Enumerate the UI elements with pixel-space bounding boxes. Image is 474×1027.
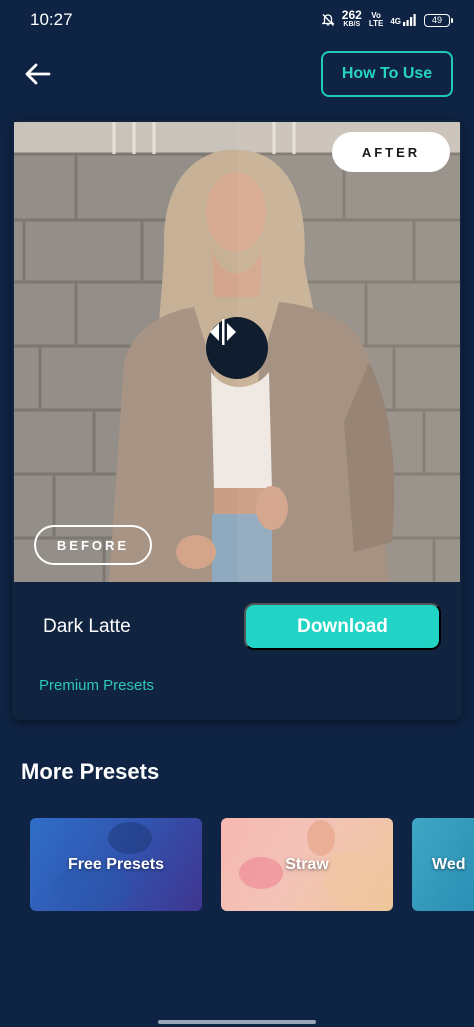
network-speed: 262 KB/S: [341, 8, 362, 28]
status-bar: 10:27 262 KB/S Vo LTE 4G 49: [0, 0, 474, 40]
preset-category[interactable]: Premium Presets: [39, 677, 154, 694]
how-to-use-button[interactable]: How To Use: [321, 51, 453, 97]
preset-thumb-label: Wed: [432, 855, 466, 873]
preset-thumb-straw[interactable]: Straw: [221, 818, 393, 911]
preset-thumb-free-presets[interactable]: Free Presets: [30, 818, 202, 911]
volte-indicator: Vo LTE: [368, 11, 384, 28]
download-button[interactable]: Download: [244, 603, 441, 650]
preset-name: Dark Latte: [43, 616, 131, 637]
status-time: 10:27: [30, 10, 73, 29]
before-label: BEFORE: [34, 525, 152, 565]
compare-slider-handle[interactable]: [206, 317, 268, 379]
preset-thumb-label: Free Presets: [67, 855, 165, 873]
preset-preview-image[interactable]: AFTER BEFORE: [14, 122, 460, 582]
preset-thumb-wed[interactable]: Wed: [412, 818, 474, 911]
mute-bell-icon: [321, 14, 335, 26]
back-button[interactable]: [22, 58, 54, 90]
preset-card: AFTER BEFORE Dark Latte Download Premium…: [12, 120, 462, 720]
home-indicator[interactable]: [158, 1020, 316, 1024]
compare-slider-icon: [210, 319, 236, 345]
arrow-left-icon: [25, 63, 51, 85]
more-presets-title: More Presets: [21, 759, 160, 784]
battery-icon: 49: [424, 13, 453, 27]
preset-thumb-label: Straw: [285, 855, 329, 873]
after-label: AFTER: [332, 132, 450, 172]
status-icons: 262 KB/S Vo LTE 4G 49: [321, 8, 453, 29]
signal-icon: 4G: [390, 14, 417, 26]
